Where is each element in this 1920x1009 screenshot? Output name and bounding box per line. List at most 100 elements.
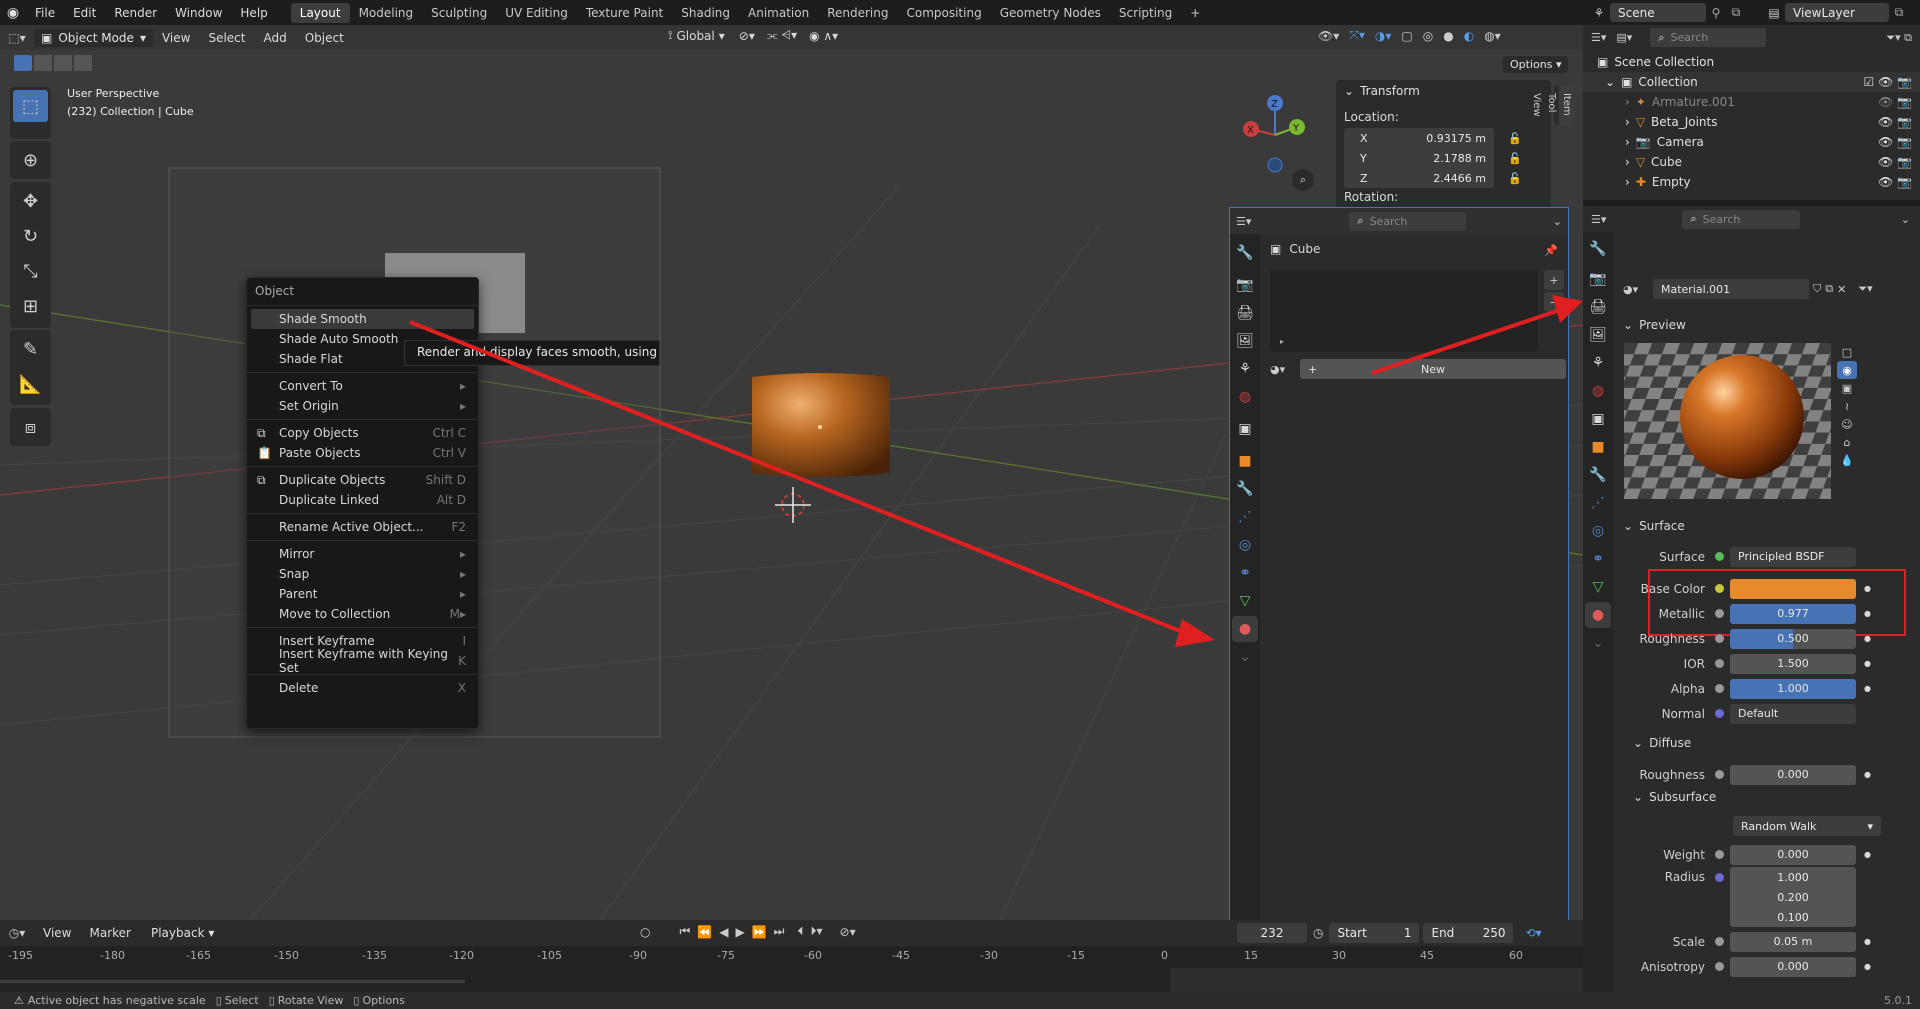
- shading-rendered-icon[interactable]: ◍▾: [1484, 29, 1501, 43]
- menu-edit[interactable]: Edit: [64, 6, 105, 20]
- scene-tab-icon[interactable]: ⚘: [1585, 350, 1611, 376]
- scene-tab-icon[interactable]: ⚘: [1232, 356, 1258, 382]
- workspace-tab-modeling[interactable]: Modeling: [350, 3, 423, 23]
- menu-item-insert-keyframe-keying-set[interactable]: Insert Keyframe with Keying Set K: [247, 647, 478, 675]
- auto-key-icon[interactable]: ⊘▾: [840, 925, 856, 939]
- outliner-item-armature[interactable]: › ✦ Armature.001 👁 📷: [1583, 92, 1920, 112]
- workspace-tab-layout[interactable]: Layout: [290, 2, 350, 23]
- location-z-field[interactable]: Z 2.4466 m: [1344, 168, 1494, 188]
- material-tab-icon[interactable]: ●: [1585, 602, 1611, 628]
- constraints-tab-icon[interactable]: ⚭: [1232, 560, 1258, 586]
- diffuse-roughness-field[interactable]: 0.000: [1730, 764, 1856, 785]
- pin-icon[interactable]: 📌: [1544, 244, 1558, 257]
- subsurface-header[interactable]: ⌄ Subsurface: [1633, 790, 1716, 804]
- select-invert-icon[interactable]: [74, 55, 92, 71]
- 3d-viewport[interactable]: ⬚▾ ▣ Object Mode ▾ View Select Add Objec…: [0, 25, 1583, 920]
- subsurface-method-select[interactable]: Random Walk ▾: [1733, 816, 1881, 836]
- prev-keyframe-icon[interactable]: ⏪: [697, 925, 712, 939]
- workspace-tab-animation[interactable]: Animation: [739, 3, 818, 23]
- ior-field[interactable]: 1.500: [1730, 653, 1856, 674]
- props-search-input[interactable]: ⌕ Search: [1349, 211, 1467, 231]
- editor-type-icon[interactable]: ☰▾: [1236, 215, 1251, 228]
- scene-name-field[interactable]: Scene: [1610, 3, 1706, 22]
- menu-item-snap[interactable]: Snap ▸: [247, 564, 478, 584]
- physics-tab-icon[interactable]: ◎: [1232, 532, 1258, 558]
- menu-item-duplicate-objects[interactable]: ⧉ Duplicate Objects Shift D: [247, 470, 478, 490]
- collection-tab-icon[interactable]: ▣: [1585, 406, 1611, 432]
- start-frame-field[interactable]: Start 1: [1329, 923, 1420, 943]
- editor-type-icon[interactable]: ☰▾: [1591, 213, 1606, 226]
- tab-view[interactable]: View: [1529, 85, 1544, 125]
- render-tab-icon[interactable]: 📷: [1232, 272, 1258, 298]
- particles-tab-icon[interactable]: ⋰: [1232, 504, 1258, 530]
- properties-search-input[interactable]: ⌕ Search: [1682, 209, 1801, 229]
- workspace-tab-uv-editing[interactable]: UV Editing: [496, 3, 577, 23]
- chevron-down-icon[interactable]: ⌄: [1585, 630, 1611, 656]
- workspace-tab-rendering[interactable]: Rendering: [818, 3, 897, 23]
- output-tab-icon[interactable]: 🖨: [1585, 294, 1611, 320]
- sync-icon[interactable]: ⟲▾: [1525, 926, 1541, 940]
- radius-y-field[interactable]: 0.200: [1730, 887, 1856, 907]
- chevron-down-icon[interactable]: ⌄: [1232, 644, 1258, 670]
- preview-fluid-icon[interactable]: 💧: [1837, 451, 1857, 469]
- new-material-button[interactable]: + New: [1300, 359, 1566, 379]
- play-reverse-icon[interactable]: ◀: [719, 925, 728, 939]
- timeline-menu-marker[interactable]: Marker: [80, 926, 139, 940]
- orange-cube[interactable]: [752, 373, 890, 477]
- location-x-field[interactable]: X 0.93175 m: [1344, 128, 1494, 148]
- menu-item-delete[interactable]: Delete X: [247, 678, 478, 698]
- overlays-icon[interactable]: ◑▾: [1375, 29, 1392, 43]
- measure-tool-icon[interactable]: 📐: [13, 368, 48, 400]
- tab-item[interactable]: Item: [1559, 85, 1574, 125]
- tool-tab-icon[interactable]: 🔧: [1585, 236, 1611, 262]
- modifier-tab-icon[interactable]: 🔧: [1585, 462, 1611, 488]
- editor-type-icon[interactable]: ◷▾: [0, 926, 34, 940]
- material-name-field[interactable]: Material.001: [1653, 279, 1809, 299]
- record-icon[interactable]: ○: [640, 925, 650, 939]
- material-tab-icon[interactable]: ●: [1232, 616, 1258, 642]
- preview-header[interactable]: ⌄ Preview: [1623, 318, 1686, 332]
- tool-tab-icon[interactable]: 🔧: [1232, 240, 1258, 266]
- transform-tool-icon[interactable]: ⊞: [13, 290, 48, 322]
- timeline-menu-view[interactable]: View: [34, 926, 80, 940]
- timeline-ruler[interactable]: -195 -180 -165 -150 -135 -120 -105 -90 -…: [0, 946, 1583, 992]
- radius-z-field[interactable]: 0.100: [1730, 907, 1856, 927]
- material-slots-list[interactable]: ▸: [1270, 270, 1538, 352]
- viewport-menu-add[interactable]: Add: [254, 31, 295, 45]
- weight-field[interactable]: 0.000: [1730, 844, 1856, 865]
- fake-user-icon[interactable]: ⛉: [1813, 282, 1821, 296]
- radius-x-field[interactable]: 1.000: [1730, 867, 1856, 887]
- workspace-tab-texture-paint[interactable]: Texture Paint: [577, 3, 672, 23]
- metallic-slider[interactable]: 0.977: [1730, 603, 1856, 624]
- preview-cloth-icon[interactable]: ⌂: [1837, 433, 1857, 451]
- viewport-menu-view[interactable]: View: [153, 31, 199, 45]
- outliner-scene-collection[interactable]: ▣ Scene Collection: [1583, 52, 1920, 72]
- outliner-item-camera[interactable]: › 📷 Camera 👁 📷: [1583, 132, 1920, 152]
- transform-header[interactable]: ⌄ Transform: [1336, 80, 1551, 102]
- workspace-tab-scripting[interactable]: Scripting: [1110, 3, 1181, 23]
- menu-item-paste-objects[interactable]: 📋 Paste Objects Ctrl V: [247, 443, 478, 463]
- remove-slot-icon[interactable]: −: [1544, 292, 1564, 312]
- view-layer-tab-icon[interactable]: 🖼: [1232, 328, 1258, 354]
- pin-icon[interactable]: ⚲: [1706, 6, 1726, 20]
- add-slot-icon[interactable]: +: [1544, 270, 1564, 290]
- menu-item-move-to-collection[interactable]: Move to Collection M▸: [247, 604, 478, 624]
- modifier-tab-icon[interactable]: 🔧: [1232, 476, 1258, 502]
- node-tree-icon[interactable]: ⏷▾: [1858, 282, 1872, 296]
- data-tab-icon[interactable]: ▽: [1232, 588, 1258, 614]
- workspace-tab-compositing[interactable]: Compositing: [897, 3, 990, 23]
- jump-start-icon[interactable]: ⏮: [679, 924, 690, 939]
- menu-help[interactable]: Help: [231, 6, 276, 20]
- select-box-tool-icon[interactable]: ⬚: [13, 90, 48, 122]
- object-tab-icon[interactable]: ■: [1232, 448, 1258, 474]
- object-tab-icon[interactable]: ■: [1585, 434, 1611, 460]
- workspace-tab-geometry-nodes[interactable]: Geometry Nodes: [991, 3, 1110, 23]
- outliner-item-empty[interactable]: › ✚ Empty 👁 📷: [1583, 172, 1920, 192]
- snap-icon[interactable]: ⫘ ⩤▾: [767, 28, 797, 43]
- blender-logo-icon[interactable]: ◉: [0, 5, 26, 21]
- unlink-icon[interactable]: ✕: [1837, 283, 1846, 296]
- world-tab-icon[interactable]: ◍: [1232, 384, 1258, 410]
- menu-item-set-origin[interactable]: Set Origin ▸: [247, 396, 478, 416]
- shading-wireframe-icon[interactable]: ◎: [1423, 29, 1433, 43]
- anisotropy-field[interactable]: 0.000: [1730, 956, 1856, 977]
